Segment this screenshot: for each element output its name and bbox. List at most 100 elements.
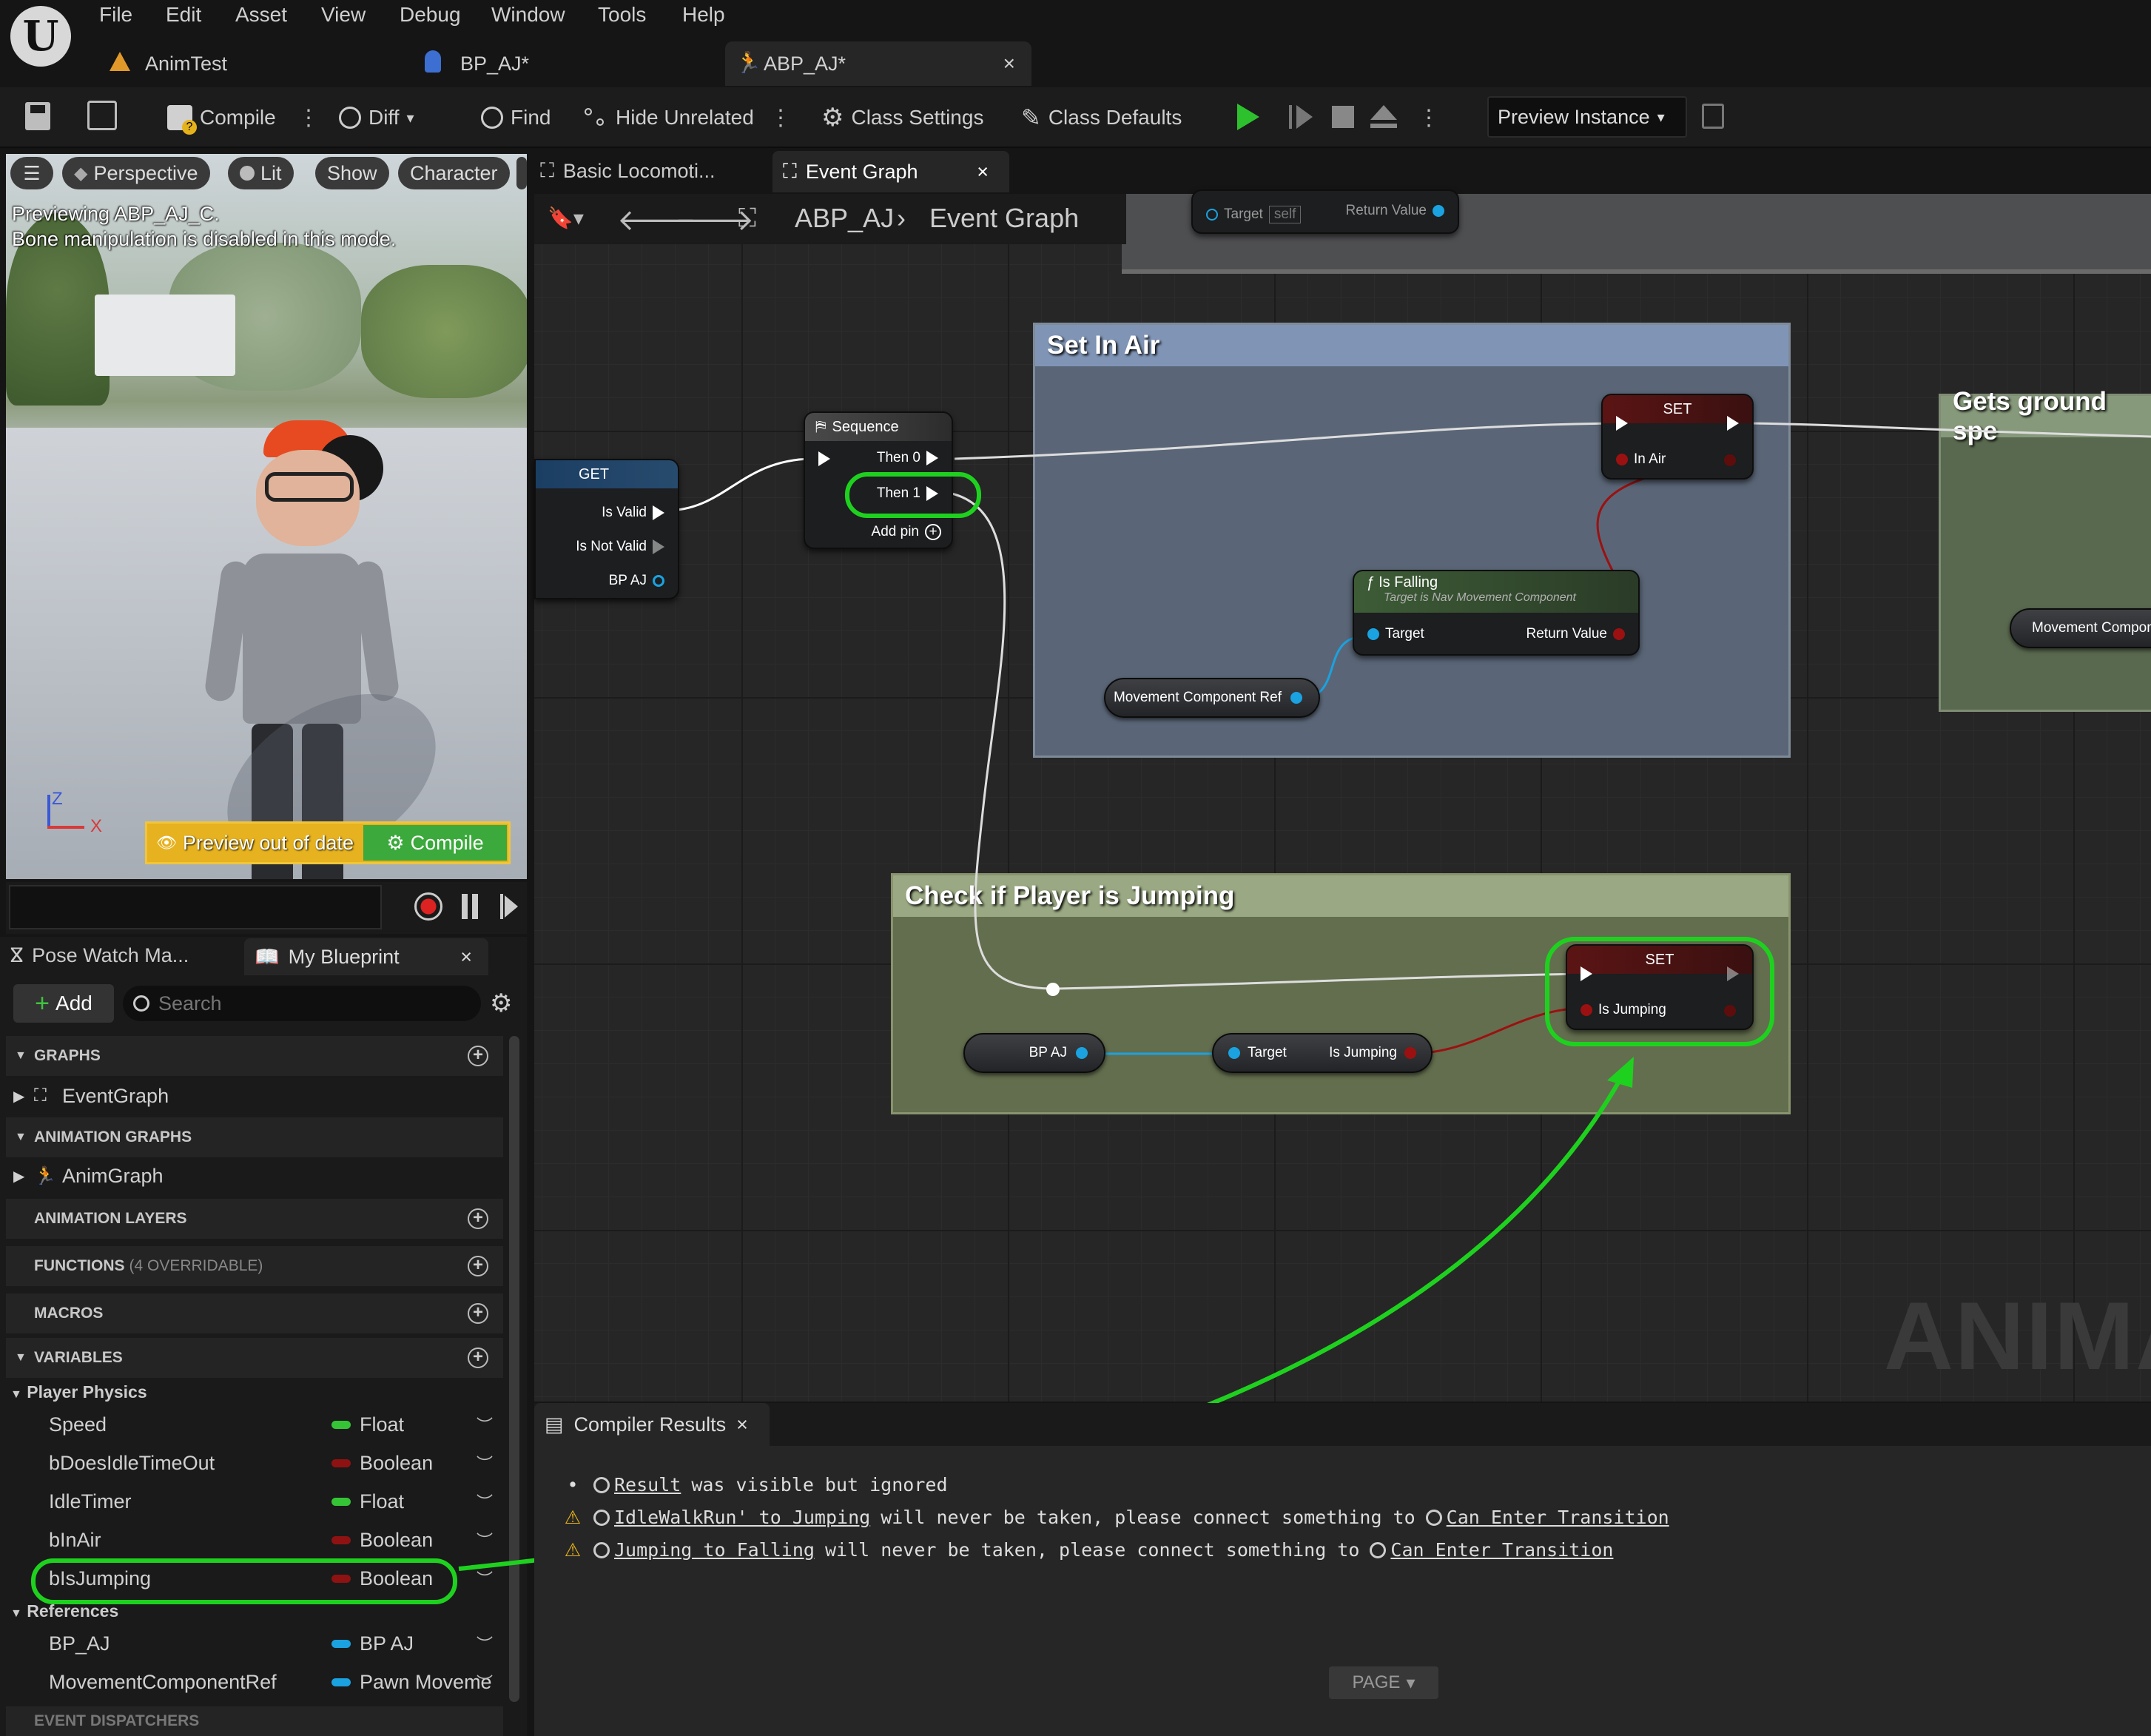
- tab-event-graph[interactable]: ⛶ Event Graph ×: [772, 151, 1009, 192]
- object-pin[interactable]: [1076, 1047, 1088, 1059]
- variable-row[interactable]: MovementComponentRef Pawn Moveme ︶: [6, 1663, 503, 1700]
- tab-abp-aj[interactable]: 🏃 ABP_AJ* ×: [725, 41, 1031, 86]
- add-variable-icon[interactable]: +: [468, 1348, 488, 1368]
- variable-type[interactable]: Float: [331, 1413, 404, 1436]
- comment-gets-ground-speed[interactable]: Gets ground spe: [1939, 387, 2151, 712]
- transition-link[interactable]: IdleWalkRun' to Jumping: [593, 1507, 870, 1528]
- bool-pin[interactable]: [1616, 454, 1628, 465]
- can-enter-transition-link[interactable]: Can Enter Transition: [1425, 1507, 1669, 1528]
- category-player-physics[interactable]: ▼ Player Physics: [10, 1382, 147, 1402]
- exec-pin-then-0[interactable]: [926, 451, 938, 465]
- more-options-icon[interactable]: ⋮: [770, 105, 792, 131]
- target-pin[interactable]: [1367, 628, 1379, 640]
- section-functions[interactable]: FUNCTIONS (4 OVERRIDABLE) +: [6, 1246, 503, 1286]
- hide-unrelated-button[interactable]: Hide Unrelated: [583, 99, 754, 136]
- bool-pin[interactable]: [1404, 1047, 1416, 1059]
- lit-button[interactable]: Lit: [228, 157, 294, 189]
- tab-animtest[interactable]: AnimTest: [107, 41, 388, 86]
- menu-asset[interactable]: Asset: [235, 3, 287, 27]
- preview-instance-dropdown[interactable]: Preview Instance ▾: [1487, 96, 1687, 138]
- character-button[interactable]: Character: [398, 157, 510, 189]
- comment-title[interactable]: Set In Air: [1035, 325, 1788, 366]
- section-variables[interactable]: ▼ VARIABLES +: [6, 1338, 503, 1378]
- variable-type[interactable]: Float: [331, 1490, 404, 1513]
- target-pin[interactable]: [1206, 209, 1218, 221]
- add-pin-icon[interactable]: +: [925, 524, 941, 540]
- movement-component-ref-node[interactable]: Movement Component Ref: [1104, 678, 1320, 718]
- variable-type[interactable]: BP AJ: [331, 1632, 414, 1655]
- page-dropdown[interactable]: PAGE ▾: [1329, 1666, 1438, 1699]
- perspective-button[interactable]: ◆ Perspective: [62, 157, 210, 189]
- add-function-icon[interactable]: +: [468, 1256, 488, 1276]
- variable-row[interactable]: Speed Float ︶: [6, 1406, 503, 1443]
- exec-pin-out[interactable]: [1727, 416, 1739, 431]
- exec-pin-is-not-valid[interactable]: [653, 539, 664, 554]
- breadcrumb-root[interactable]: ABP_AJ: [795, 203, 894, 234]
- panel-scrollbar[interactable]: [509, 1036, 519, 1702]
- variable-row[interactable]: BP_AJ BP AJ ︶: [6, 1625, 503, 1662]
- menu-edit[interactable]: Edit: [166, 3, 201, 27]
- add-button[interactable]: + Add: [13, 984, 114, 1023]
- return-pin[interactable]: [1613, 628, 1625, 640]
- bool-out-pin[interactable]: [1724, 454, 1736, 466]
- gear-icon[interactable]: ⚙: [490, 989, 512, 1018]
- section-animation-layers[interactable]: ANIMATION LAYERS +: [6, 1199, 503, 1239]
- tab-bp-aj[interactable]: BP_AJ*: [422, 41, 703, 86]
- section-event-dispatchers[interactable]: EVENT DISPATCHERS: [6, 1706, 503, 1736]
- browse-icon[interactable]: [87, 101, 117, 130]
- self-field[interactable]: self: [1268, 206, 1302, 223]
- compile-options-icon[interactable]: ⋮: [297, 105, 320, 131]
- bp-aj-variable-node[interactable]: BP AJ: [963, 1033, 1105, 1073]
- close-tab-button[interactable]: ×: [460, 946, 472, 969]
- save-icon[interactable]: [25, 102, 50, 130]
- exec-pin-is-valid[interactable]: [653, 505, 664, 520]
- result-link[interactable]: Result: [593, 1474, 681, 1496]
- object-pin[interactable]: [653, 575, 664, 587]
- target-pin[interactable]: [1228, 1047, 1240, 1059]
- viewport-menu-button[interactable]: ☰: [10, 157, 53, 189]
- variable-row[interactable]: bInAir Boolean ︶: [6, 1521, 503, 1558]
- add-layer-icon[interactable]: +: [468, 1208, 488, 1229]
- record-icon[interactable]: [414, 892, 442, 921]
- eye-closed-icon[interactable]: ︶: [477, 1670, 493, 1694]
- get-is-jumping-node[interactable]: Target Is Jumping: [1212, 1033, 1433, 1073]
- debug-object-icon[interactable]: [1702, 104, 1724, 129]
- eye-closed-icon[interactable]: ︶: [477, 1528, 493, 1552]
- stop-icon[interactable]: [1332, 106, 1354, 128]
- eye-closed-icon[interactable]: ︶: [477, 1632, 493, 1655]
- eye-closed-icon[interactable]: ︶: [477, 1413, 493, 1436]
- eye-closed-icon[interactable]: ︶: [477, 1451, 493, 1475]
- timeline-scrubber[interactable]: [9, 885, 382, 929]
- play-icon[interactable]: [1237, 104, 1259, 130]
- pause-icon[interactable]: [462, 894, 468, 919]
- tab-pose-watch[interactable]: ⴵ Pose Watch Ma...: [10, 944, 189, 967]
- show-button[interactable]: Show: [315, 157, 389, 189]
- step-forward-icon[interactable]: [500, 894, 518, 919]
- variable-type[interactable]: Boolean: [331, 1529, 433, 1552]
- eye-closed-icon[interactable]: ︶: [477, 1490, 493, 1513]
- preview-viewport[interactable]: Z X: [6, 154, 527, 879]
- close-tab-button[interactable]: ×: [977, 161, 989, 184]
- search-field[interactable]: [123, 986, 481, 1021]
- comment-title[interactable]: Check if Player is Jumping: [893, 875, 1788, 917]
- variable-type[interactable]: Boolean: [331, 1452, 433, 1475]
- section-animation-graphs[interactable]: ▼ ANIMATION GRAPHS: [6, 1117, 503, 1157]
- pause-icon[interactable]: [472, 894, 478, 919]
- step-icon[interactable]: [1289, 105, 1313, 129]
- category-references[interactable]: ▼ References: [10, 1601, 118, 1621]
- top-function-node[interactable]: Target self Return Value: [1191, 189, 1459, 234]
- can-enter-transition-link[interactable]: Can Enter Transition: [1370, 1539, 1613, 1561]
- close-tab-button[interactable]: ×: [1003, 52, 1015, 75]
- viewport-more-button[interactable]: [516, 157, 527, 189]
- add-macro-icon[interactable]: +: [468, 1303, 488, 1324]
- eye-closed-icon[interactable]: ︶: [477, 1567, 493, 1590]
- set-in-air-node[interactable]: SET In Air: [1601, 394, 1754, 480]
- variable-row[interactable]: IdleTimer Float ︶: [6, 1483, 503, 1520]
- section-macros[interactable]: MACROS +: [6, 1293, 503, 1333]
- menu-debug[interactable]: Debug: [400, 3, 461, 27]
- variable-row[interactable]: bDoesIdleTimeOut Boolean ︶: [6, 1444, 503, 1481]
- bookmark-icon[interactable]: 🔖▾: [548, 206, 584, 230]
- movement-component-node-right[interactable]: Movement Compone: [2010, 608, 2151, 648]
- search-input[interactable]: [158, 992, 440, 1015]
- return-pin[interactable]: [1433, 205, 1444, 217]
